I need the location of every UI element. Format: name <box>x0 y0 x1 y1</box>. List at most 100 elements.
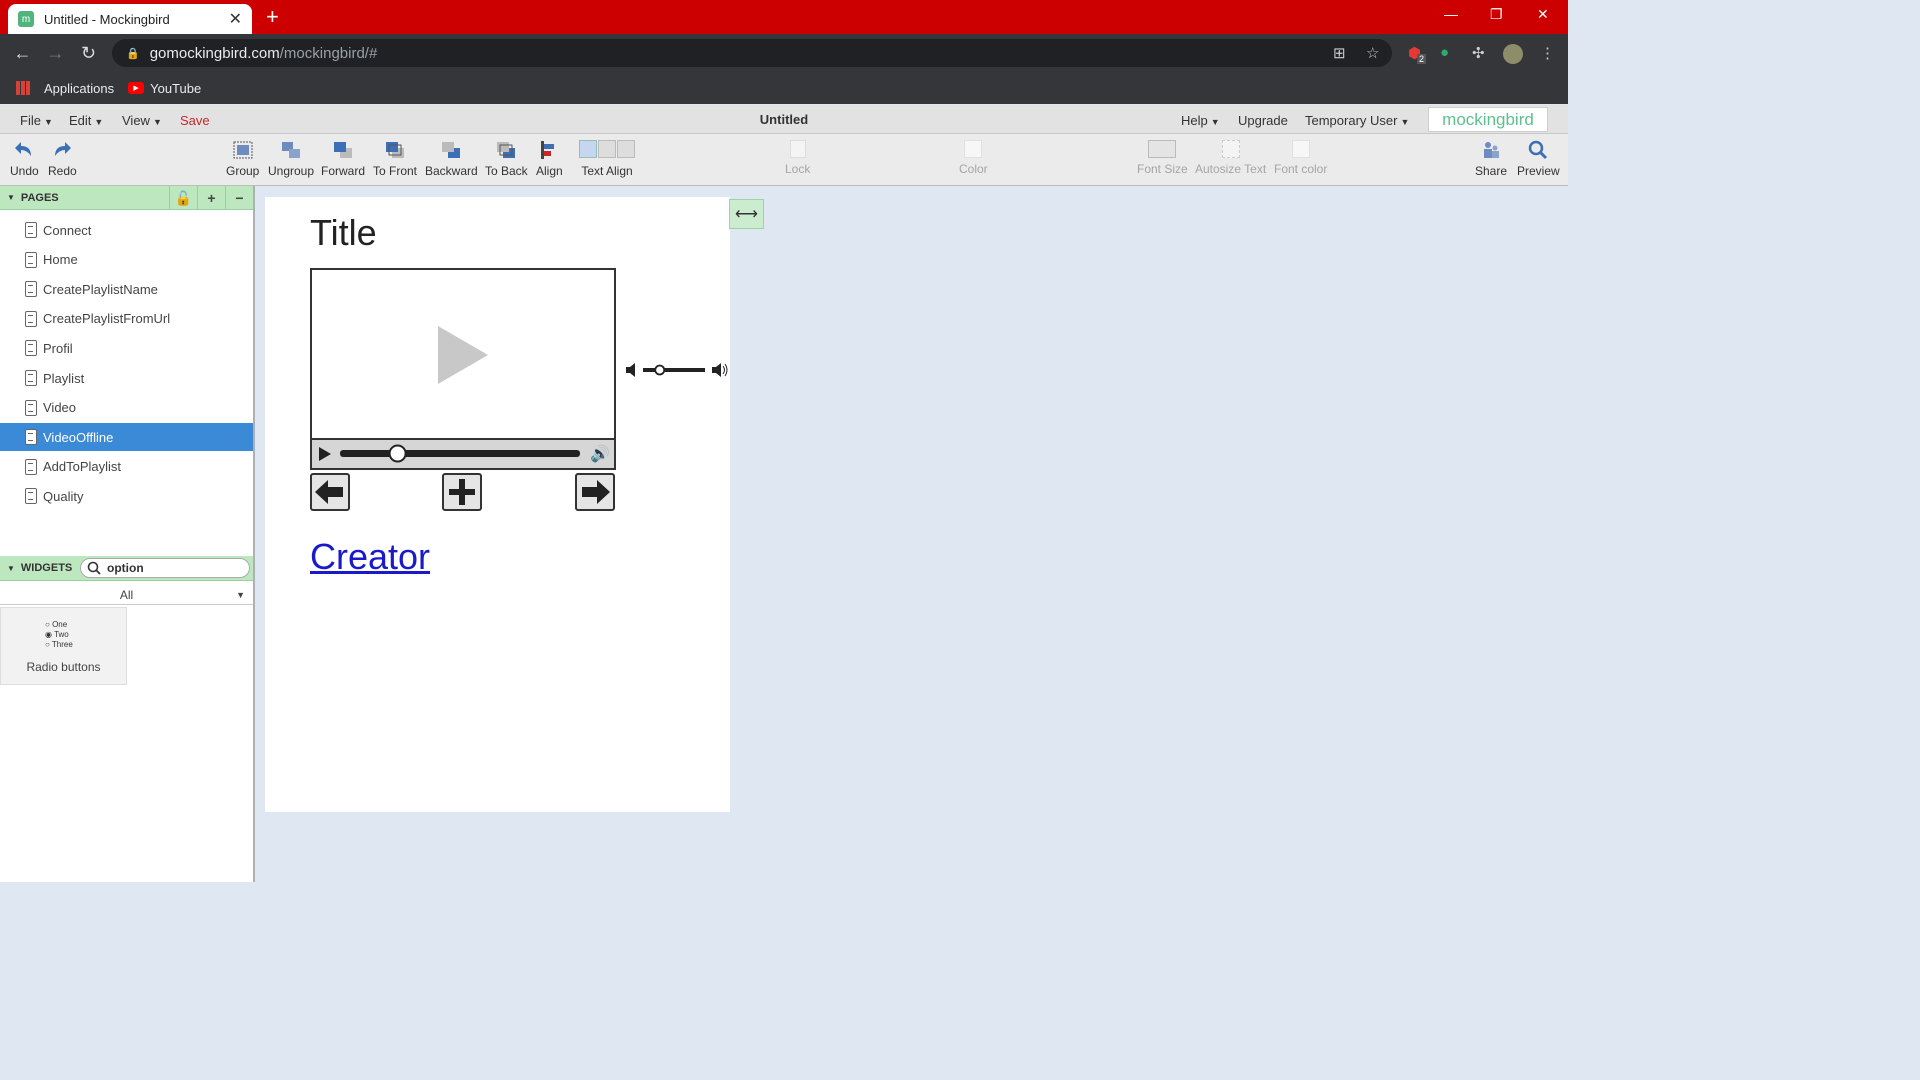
avatar[interactable] <box>1503 44 1523 64</box>
page-item[interactable]: Video <box>0 394 253 422</box>
lock-button[interactable]: Lock <box>785 140 810 176</box>
close-window-icon[interactable]: ✕ <box>1537 6 1549 23</box>
backward-label: Backward <box>425 164 478 178</box>
chat-extension-icon[interactable]: ● <box>1440 44 1449 61</box>
dropdown-arrow-icon: ▼ <box>236 590 245 600</box>
color-swatch-icon <box>964 140 983 158</box>
speaker-icon[interactable]: 🔊 <box>590 444 610 464</box>
radio-buttons-widget[interactable]: ○ One ◉ Two ○ Three Radio buttons <box>0 607 127 685</box>
pages-panel-header: ▼ PAGES 🔓 + − <box>0 186 253 210</box>
remove-page-icon[interactable]: − <box>225 186 253 210</box>
bookmark-star-icon[interactable]: ☆ <box>1366 44 1379 62</box>
file-menu[interactable]: File ▼ <box>20 113 53 128</box>
add-page-icon[interactable]: + <box>197 186 225 210</box>
video-controls-bar: 🔊 <box>312 438 614 468</box>
help-menu-label: Help <box>1181 113 1208 128</box>
redo-label: Redo <box>48 164 77 178</box>
align-right-icon[interactable] <box>617 140 635 158</box>
lock-page-icon[interactable]: 🔓 <box>169 186 197 210</box>
lock-toolbar-icon <box>789 140 806 158</box>
translate-icon[interactable]: ⊞ <box>1333 44 1346 62</box>
close-tab-icon[interactable]: ✕ <box>229 9 242 29</box>
preview-button[interactable]: Preview <box>1517 140 1560 178</box>
volume-knob[interactable] <box>654 364 666 376</box>
mockup-title[interactable]: Title <box>310 212 377 254</box>
previous-button[interactable] <box>310 473 350 511</box>
page-item[interactable]: Profil <box>0 334 253 362</box>
page-item[interactable]: Quality <box>0 482 253 510</box>
video-progress-knob[interactable] <box>388 444 407 463</box>
page-item[interactable]: AddToPlaylist <box>0 453 253 481</box>
widget-search-input[interactable]: option <box>80 558 250 578</box>
new-tab-button[interactable]: + <box>266 4 279 30</box>
undo-button[interactable]: Undo <box>10 140 39 178</box>
align-button[interactable]: Align <box>536 140 563 178</box>
save-button[interactable]: Save <box>180 113 210 128</box>
font-size-button[interactable]: Font Size <box>1137 140 1188 176</box>
volume-low-icon <box>626 363 635 377</box>
minimize-icon[interactable]: — <box>1444 6 1458 22</box>
redo-button[interactable]: Redo <box>48 140 77 178</box>
color-button[interactable]: Color <box>959 140 988 176</box>
mockingbird-favicon: m <box>18 11 34 27</box>
creator-link[interactable]: Creator <box>310 536 430 578</box>
font-color-label: Font color <box>1274 162 1328 176</box>
to-back-button[interactable]: To Back <box>485 140 528 178</box>
caret-down-icon: ▼ <box>43 117 53 127</box>
page-label: VideoOffline <box>43 429 114 445</box>
preview-label: Preview <box>1517 164 1560 178</box>
to-back-label: To Back <box>485 164 528 178</box>
page-icon <box>25 488 37 505</box>
video-player-widget[interactable]: 🔊 <box>310 268 616 470</box>
page-label: Connect <box>43 222 92 238</box>
font-color-button[interactable]: Font color <box>1274 140 1327 176</box>
kebab-menu-icon[interactable]: ⋮ <box>1540 44 1555 62</box>
restore-icon[interactable]: ❐ <box>1490 6 1503 23</box>
collapse-triangle-icon[interactable]: ▼ <box>7 564 15 573</box>
puzzle-icon[interactable]: ✣ <box>1472 44 1485 62</box>
forward-arrow-icon[interactable]: → <box>39 43 72 64</box>
page-item[interactable]: CreatePlaylistName <box>0 275 253 303</box>
align-left-icon[interactable] <box>579 140 597 158</box>
help-menu[interactable]: Help ▼ <box>1181 113 1220 128</box>
volume-slider[interactable] <box>625 361 729 379</box>
bookmark-youtube[interactable]: YouTube <box>150 81 201 96</box>
video-progress-slider[interactable] <box>338 440 584 468</box>
page-item[interactable]: Playlist <box>0 364 253 392</box>
url-field[interactable]: 🔒 gomockingbird.com/mockingbird/# <box>112 39 1392 67</box>
widget-filter-select[interactable]: All ▼ <box>0 585 253 605</box>
lock-icon: 🔒 <box>126 47 140 60</box>
resize-horizontal-icon[interactable]: ⟷ <box>729 199 764 229</box>
group-button[interactable]: Group <box>226 140 259 178</box>
user-menu[interactable]: Temporary User ▼ <box>1305 113 1409 128</box>
reload-icon[interactable]: ↻ <box>72 43 105 64</box>
bookmark-applications[interactable]: Applications <box>44 81 114 96</box>
browser-tab[interactable]: m Untitled - Mockingbird ✕ <box>8 4 252 34</box>
collapse-triangle-icon[interactable]: ▼ <box>7 193 15 202</box>
page-item[interactable]: VideoOffline <box>0 423 253 452</box>
backward-button[interactable]: Backward <box>425 140 478 178</box>
edit-menu[interactable]: Edit ▼ <box>69 113 103 128</box>
forward-button[interactable]: Forward <box>321 140 365 178</box>
share-button[interactable]: Share <box>1475 140 1507 178</box>
to-front-button[interactable]: To Front <box>373 140 417 178</box>
align-center-icon[interactable] <box>598 140 616 158</box>
page-item[interactable]: Home <box>0 246 253 274</box>
next-button[interactable] <box>575 473 615 511</box>
search-value: option <box>107 561 144 575</box>
page-item[interactable]: Connect <box>0 216 253 244</box>
page-item[interactable]: CreatePlaylistFromUrl <box>0 305 253 333</box>
play-icon[interactable] <box>318 446 332 462</box>
autosize-text-button[interactable]: Autosize Text <box>1195 140 1266 176</box>
backward-icon <box>442 142 461 158</box>
back-arrow-icon[interactable]: ← <box>6 43 39 64</box>
page-label: Video <box>43 400 77 416</box>
add-button[interactable] <box>442 473 482 511</box>
ungroup-button[interactable]: Ungroup <box>268 140 314 178</box>
upgrade-link[interactable]: Upgrade <box>1238 113 1288 128</box>
page-icon <box>25 458 37 475</box>
text-align-group: Text Align <box>579 140 635 178</box>
tab-title: Untitled - Mockingbird <box>44 11 170 27</box>
view-menu[interactable]: View ▼ <box>122 113 162 128</box>
radio-option: ○ Three <box>45 640 73 649</box>
